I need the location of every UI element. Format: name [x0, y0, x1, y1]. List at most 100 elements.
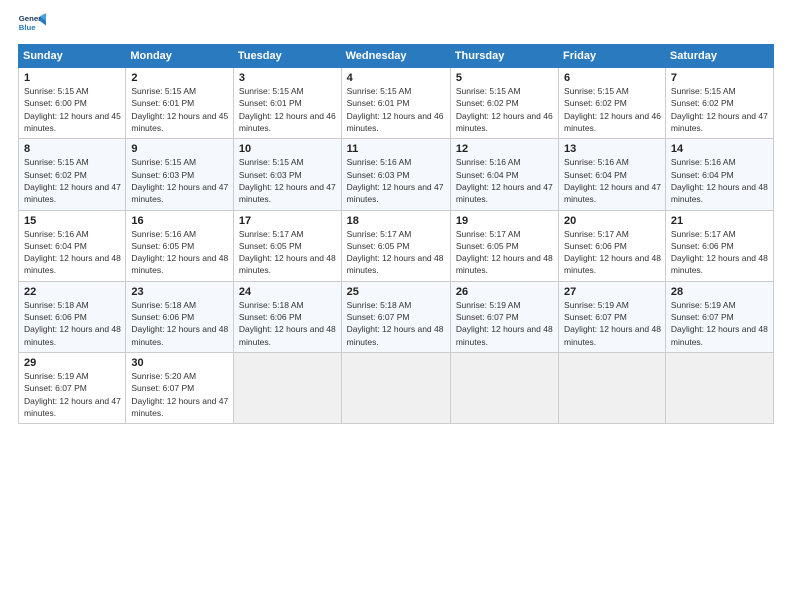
calendar-cell [450, 353, 558, 424]
day-info: Sunrise: 5:18 AM Sunset: 6:06 PM Dayligh… [131, 299, 229, 348]
day-info: Sunrise: 5:16 AM Sunset: 6:04 PM Dayligh… [24, 228, 121, 277]
calendar-cell: 8 Sunrise: 5:15 AM Sunset: 6:02 PM Dayli… [19, 139, 126, 210]
calendar-cell: 4 Sunrise: 5:15 AM Sunset: 6:01 PM Dayli… [341, 68, 450, 139]
day-info: Sunrise: 5:20 AM Sunset: 6:07 PM Dayligh… [131, 370, 229, 419]
calendar-cell: 15 Sunrise: 5:16 AM Sunset: 6:04 PM Dayl… [19, 210, 126, 281]
calendar-week-2: 8 Sunrise: 5:15 AM Sunset: 6:02 PM Dayli… [19, 139, 774, 210]
day-number: 12 [456, 143, 554, 155]
day-number: 16 [131, 215, 229, 227]
calendar-cell: 11 Sunrise: 5:16 AM Sunset: 6:03 PM Dayl… [341, 139, 450, 210]
day-info: Sunrise: 5:16 AM Sunset: 6:04 PM Dayligh… [671, 156, 769, 205]
calendar-cell: 24 Sunrise: 5:18 AM Sunset: 6:06 PM Dayl… [233, 281, 341, 352]
calendar-cell: 21 Sunrise: 5:17 AM Sunset: 6:06 PM Dayl… [665, 210, 773, 281]
calendar-cell [233, 353, 341, 424]
day-info: Sunrise: 5:15 AM Sunset: 6:02 PM Dayligh… [24, 156, 121, 205]
day-number: 19 [456, 215, 554, 227]
day-info: Sunrise: 5:19 AM Sunset: 6:07 PM Dayligh… [24, 370, 121, 419]
calendar-cell: 5 Sunrise: 5:15 AM Sunset: 6:02 PM Dayli… [450, 68, 558, 139]
day-number: 2 [131, 72, 229, 84]
day-number: 13 [564, 143, 661, 155]
calendar-cell: 19 Sunrise: 5:17 AM Sunset: 6:05 PM Dayl… [450, 210, 558, 281]
day-number: 8 [24, 143, 121, 155]
day-info: Sunrise: 5:18 AM Sunset: 6:06 PM Dayligh… [239, 299, 337, 348]
day-number: 7 [671, 72, 769, 84]
day-number: 21 [671, 215, 769, 227]
calendar-week-5: 29 Sunrise: 5:19 AM Sunset: 6:07 PM Dayl… [19, 353, 774, 424]
day-number: 24 [239, 286, 337, 298]
day-number: 30 [131, 357, 229, 369]
calendar-cell [665, 353, 773, 424]
logo: General Blue [18, 10, 46, 38]
day-info: Sunrise: 5:16 AM Sunset: 6:05 PM Dayligh… [131, 228, 229, 277]
day-info: Sunrise: 5:17 AM Sunset: 6:05 PM Dayligh… [347, 228, 446, 277]
calendar-cell: 25 Sunrise: 5:18 AM Sunset: 6:07 PM Dayl… [341, 281, 450, 352]
day-number: 4 [347, 72, 446, 84]
page-header: General Blue [18, 10, 774, 38]
day-info: Sunrise: 5:19 AM Sunset: 6:07 PM Dayligh… [456, 299, 554, 348]
day-info: Sunrise: 5:17 AM Sunset: 6:05 PM Dayligh… [239, 228, 337, 277]
day-info: Sunrise: 5:15 AM Sunset: 6:02 PM Dayligh… [564, 85, 661, 134]
svg-text:Blue: Blue [19, 23, 37, 32]
day-info: Sunrise: 5:16 AM Sunset: 6:04 PM Dayligh… [564, 156, 661, 205]
day-info: Sunrise: 5:15 AM Sunset: 6:01 PM Dayligh… [347, 85, 446, 134]
day-number: 26 [456, 286, 554, 298]
day-number: 3 [239, 72, 337, 84]
weekday-header-wednesday: Wednesday [341, 45, 450, 68]
day-number: 20 [564, 215, 661, 227]
calendar-cell: 23 Sunrise: 5:18 AM Sunset: 6:06 PM Dayl… [126, 281, 234, 352]
weekday-header-monday: Monday [126, 45, 234, 68]
calendar-week-3: 15 Sunrise: 5:16 AM Sunset: 6:04 PM Dayl… [19, 210, 774, 281]
day-number: 6 [564, 72, 661, 84]
day-info: Sunrise: 5:15 AM Sunset: 6:03 PM Dayligh… [131, 156, 229, 205]
weekday-header-sunday: Sunday [19, 45, 126, 68]
calendar-cell: 18 Sunrise: 5:17 AM Sunset: 6:05 PM Dayl… [341, 210, 450, 281]
calendar-cell [559, 353, 666, 424]
day-info: Sunrise: 5:16 AM Sunset: 6:04 PM Dayligh… [456, 156, 554, 205]
calendar-cell: 10 Sunrise: 5:15 AM Sunset: 6:03 PM Dayl… [233, 139, 341, 210]
calendar-cell: 7 Sunrise: 5:15 AM Sunset: 6:02 PM Dayli… [665, 68, 773, 139]
day-info: Sunrise: 5:16 AM Sunset: 6:03 PM Dayligh… [347, 156, 446, 205]
day-number: 18 [347, 215, 446, 227]
logo-icon: General Blue [18, 10, 46, 38]
calendar-cell: 20 Sunrise: 5:17 AM Sunset: 6:06 PM Dayl… [559, 210, 666, 281]
day-number: 15 [24, 215, 121, 227]
day-info: Sunrise: 5:15 AM Sunset: 6:00 PM Dayligh… [24, 85, 121, 134]
day-info: Sunrise: 5:15 AM Sunset: 6:03 PM Dayligh… [239, 156, 337, 205]
day-info: Sunrise: 5:15 AM Sunset: 6:02 PM Dayligh… [456, 85, 554, 134]
calendar-cell: 14 Sunrise: 5:16 AM Sunset: 6:04 PM Dayl… [665, 139, 773, 210]
day-number: 29 [24, 357, 121, 369]
day-number: 25 [347, 286, 446, 298]
day-info: Sunrise: 5:15 AM Sunset: 6:01 PM Dayligh… [131, 85, 229, 134]
day-info: Sunrise: 5:17 AM Sunset: 6:06 PM Dayligh… [671, 228, 769, 277]
day-number: 14 [671, 143, 769, 155]
calendar-cell: 28 Sunrise: 5:19 AM Sunset: 6:07 PM Dayl… [665, 281, 773, 352]
day-number: 5 [456, 72, 554, 84]
calendar-cell: 1 Sunrise: 5:15 AM Sunset: 6:00 PM Dayli… [19, 68, 126, 139]
calendar-cell: 17 Sunrise: 5:17 AM Sunset: 6:05 PM Dayl… [233, 210, 341, 281]
day-info: Sunrise: 5:18 AM Sunset: 6:07 PM Dayligh… [347, 299, 446, 348]
calendar-cell [341, 353, 450, 424]
calendar-week-4: 22 Sunrise: 5:18 AM Sunset: 6:06 PM Dayl… [19, 281, 774, 352]
day-number: 27 [564, 286, 661, 298]
calendar-cell: 6 Sunrise: 5:15 AM Sunset: 6:02 PM Dayli… [559, 68, 666, 139]
day-number: 1 [24, 72, 121, 84]
day-number: 10 [239, 143, 337, 155]
calendar-cell: 22 Sunrise: 5:18 AM Sunset: 6:06 PM Dayl… [19, 281, 126, 352]
day-number: 17 [239, 215, 337, 227]
weekday-header-saturday: Saturday [665, 45, 773, 68]
weekday-header-thursday: Thursday [450, 45, 558, 68]
day-info: Sunrise: 5:15 AM Sunset: 6:02 PM Dayligh… [671, 85, 769, 134]
day-number: 11 [347, 143, 446, 155]
calendar-cell: 13 Sunrise: 5:16 AM Sunset: 6:04 PM Dayl… [559, 139, 666, 210]
day-number: 22 [24, 286, 121, 298]
day-number: 28 [671, 286, 769, 298]
day-info: Sunrise: 5:17 AM Sunset: 6:06 PM Dayligh… [564, 228, 661, 277]
day-info: Sunrise: 5:19 AM Sunset: 6:07 PM Dayligh… [564, 299, 661, 348]
weekday-header-friday: Friday [559, 45, 666, 68]
calendar-cell: 12 Sunrise: 5:16 AM Sunset: 6:04 PM Dayl… [450, 139, 558, 210]
calendar-cell: 27 Sunrise: 5:19 AM Sunset: 6:07 PM Dayl… [559, 281, 666, 352]
day-info: Sunrise: 5:17 AM Sunset: 6:05 PM Dayligh… [456, 228, 554, 277]
calendar-cell: 29 Sunrise: 5:19 AM Sunset: 6:07 PM Dayl… [19, 353, 126, 424]
calendar-table: SundayMondayTuesdayWednesdayThursdayFrid… [18, 44, 774, 424]
day-info: Sunrise: 5:15 AM Sunset: 6:01 PM Dayligh… [239, 85, 337, 134]
